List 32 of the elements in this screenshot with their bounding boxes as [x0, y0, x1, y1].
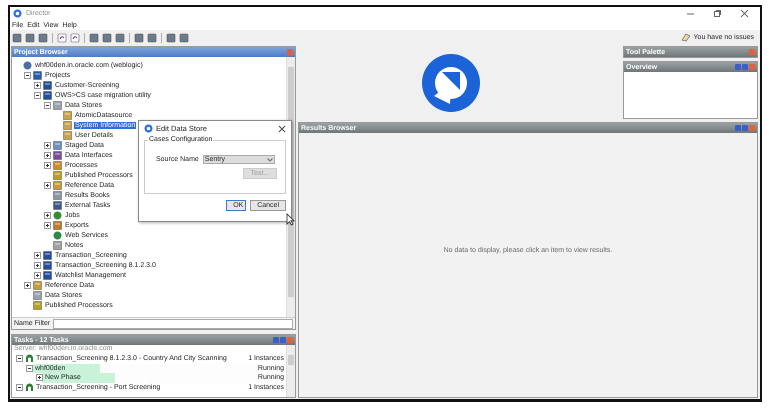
app-icon: [144, 124, 153, 133]
expander-icon[interactable]: [34, 252, 41, 258]
expander-icon[interactable]: [36, 374, 43, 382]
caret-icon: [266, 158, 273, 162]
redo-icon[interactable]: [70, 32, 80, 42]
task-icon: [25, 354, 34, 364]
maximize-icon[interactable]: [713, 9, 722, 18]
expander-icon[interactable]: [44, 162, 51, 168]
expander-icon[interactable]: [44, 182, 51, 188]
circle-icon: [53, 210, 62, 220]
scrollbar[interactable]: [286, 345, 295, 397]
close-icon[interactable]: [278, 124, 286, 132]
issues-icon: [680, 33, 691, 42]
expander-icon[interactable]: [44, 102, 51, 108]
expander-icon[interactable]: [44, 212, 51, 218]
expander-icon[interactable]: [44, 142, 51, 148]
expander-icon[interactable]: [24, 282, 31, 288]
expander-icon[interactable]: [34, 262, 41, 268]
logo-icon: [420, 52, 482, 114]
expander-icon[interactable]: [34, 82, 41, 88]
expander-icon[interactable]: [44, 222, 51, 228]
expander-icon[interactable]: [16, 384, 23, 391]
task-icon: [25, 382, 34, 392]
expander-icon[interactable]: [34, 92, 41, 98]
expander-icon[interactable]: [16, 355, 23, 362]
expander-icon[interactable]: [24, 72, 31, 78]
close-icon[interactable]: [740, 9, 749, 18]
expander-icon[interactable]: [26, 364, 33, 372]
expander-icon[interactable]: [44, 152, 51, 158]
expander-icon[interactable]: [34, 272, 41, 278]
name-filter-field[interactable]: [53, 318, 293, 328]
undo-icon[interactable]: [57, 32, 67, 42]
